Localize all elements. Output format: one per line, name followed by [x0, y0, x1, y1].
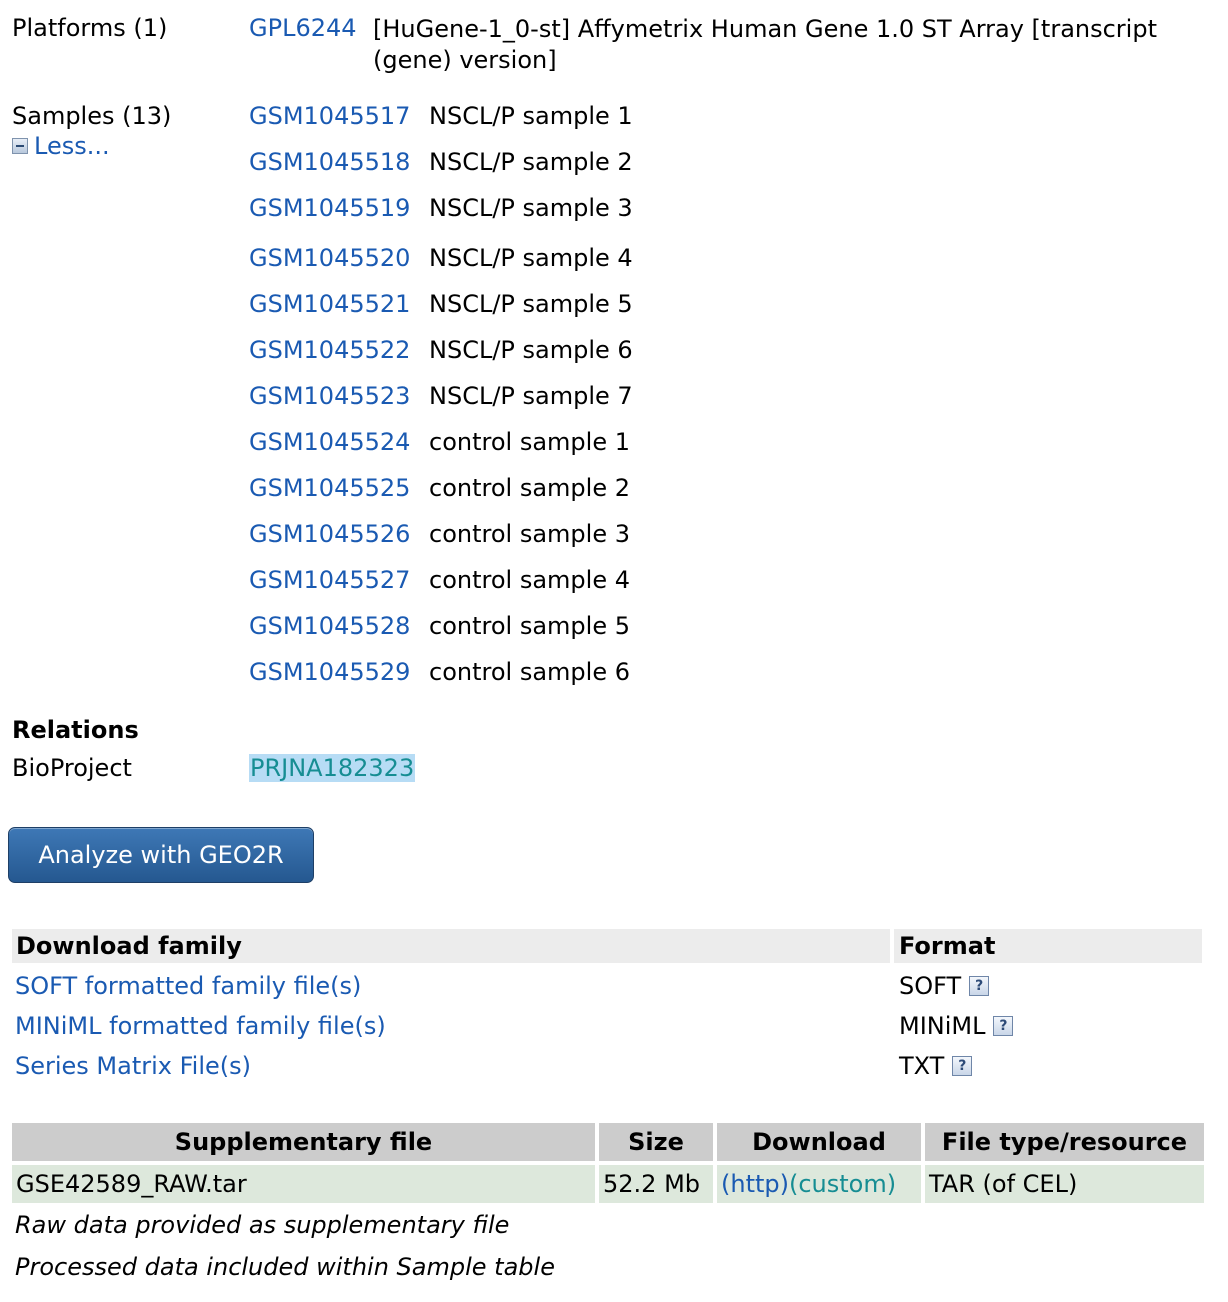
- sample-link[interactable]: GSM1045520: [249, 244, 410, 272]
- sample-description: NSCL/P sample 3: [429, 194, 633, 222]
- supplementary-file-size: 52.2 Mb: [599, 1165, 713, 1203]
- help-icon[interactable]: ?: [952, 1056, 973, 1076]
- size-header: Size: [599, 1123, 713, 1161]
- format-cell-soft: SOFT?: [899, 971, 990, 1001]
- sample-link[interactable]: GSM1045524: [249, 428, 410, 456]
- platforms-label: Platforms (1): [12, 14, 168, 42]
- sample-link[interactable]: GSM1045518: [249, 148, 410, 176]
- download-family-header: Download family: [12, 929, 890, 963]
- sample-description: control sample 6: [429, 658, 630, 686]
- sample-link[interactable]: GSM1045527: [249, 566, 410, 594]
- format-header: Format: [894, 929, 1202, 963]
- download-header: Download: [717, 1123, 921, 1161]
- sample-link[interactable]: GSM1045523: [249, 382, 410, 410]
- bioproject-link[interactable]: PRJNA182323: [249, 754, 416, 782]
- sample-description: NSCL/P sample 5: [429, 290, 633, 318]
- sample-description: NSCL/P sample 1: [429, 102, 633, 130]
- format-cell-miniml: MINiML?: [899, 1011, 1014, 1041]
- format-label: MINiML: [899, 1012, 986, 1040]
- processed-data-note: Processed data included within Sample ta…: [15, 1253, 555, 1281]
- format-label: TXT: [899, 1052, 945, 1080]
- sample-description: NSCL/P sample 4: [429, 244, 633, 272]
- sample-link[interactable]: GSM1045529: [249, 658, 410, 686]
- soft-family-file-link[interactable]: SOFT formatted family file(s): [15, 971, 361, 1001]
- supplementary-file-name: GSE42589_RAW.tar: [12, 1165, 595, 1203]
- sample-link[interactable]: GSM1045522: [249, 336, 410, 364]
- sample-description: control sample 4: [429, 566, 630, 594]
- raw-data-note: Raw data provided as supplementary file: [15, 1211, 510, 1239]
- sample-link[interactable]: GSM1045519: [249, 194, 410, 222]
- sample-link[interactable]: GSM1045517: [249, 102, 410, 130]
- sample-description: control sample 3: [429, 520, 630, 548]
- sample-description: NSCL/P sample 6: [429, 336, 633, 364]
- supplementary-file-header: Supplementary file: [12, 1123, 595, 1161]
- less-link[interactable]: Less...: [34, 132, 110, 160]
- http-download-link[interactable]: (http): [721, 1170, 789, 1198]
- help-icon[interactable]: ?: [993, 1016, 1014, 1036]
- sample-link[interactable]: GSM1045521: [249, 290, 410, 318]
- format-label: SOFT: [899, 972, 962, 1000]
- sample-link[interactable]: GSM1045528: [249, 612, 410, 640]
- sample-description: control sample 5: [429, 612, 630, 640]
- download-links-cell: (http)(custom): [717, 1165, 921, 1203]
- help-icon[interactable]: ?: [969, 976, 990, 996]
- bioproject-label: BioProject: [12, 754, 132, 782]
- sample-link[interactable]: GSM1045525: [249, 474, 410, 502]
- samples-label: Samples (13): [12, 102, 172, 130]
- file-type-header: File type/resource: [925, 1123, 1204, 1161]
- sample-description: control sample 2: [429, 474, 630, 502]
- sample-link[interactable]: GSM1045526: [249, 520, 410, 548]
- format-cell-txt: TXT?: [899, 1051, 973, 1081]
- collapse-minus-icon[interactable]: [12, 138, 28, 154]
- platform-description: [HuGene-1_0-st] Affymetrix Human Gene 1.…: [373, 15, 1157, 74]
- sample-description: NSCL/P sample 7: [429, 382, 633, 410]
- file-type-cell: TAR (of CEL): [925, 1165, 1204, 1203]
- analyze-geo2r-button[interactable]: Analyze with GEO2R: [8, 827, 314, 883]
- custom-download-link[interactable]: (custom): [789, 1170, 896, 1198]
- sample-description: control sample 1: [429, 428, 630, 456]
- relations-heading: Relations: [12, 716, 139, 744]
- miniml-family-file-link[interactable]: MINiML formatted family file(s): [15, 1011, 386, 1041]
- platform-link-gpl6244[interactable]: GPL6244: [249, 14, 357, 42]
- samples-less-toggle[interactable]: Less...: [12, 132, 110, 160]
- sample-description: NSCL/P sample 2: [429, 148, 633, 176]
- series-matrix-file-link[interactable]: Series Matrix File(s): [15, 1051, 251, 1081]
